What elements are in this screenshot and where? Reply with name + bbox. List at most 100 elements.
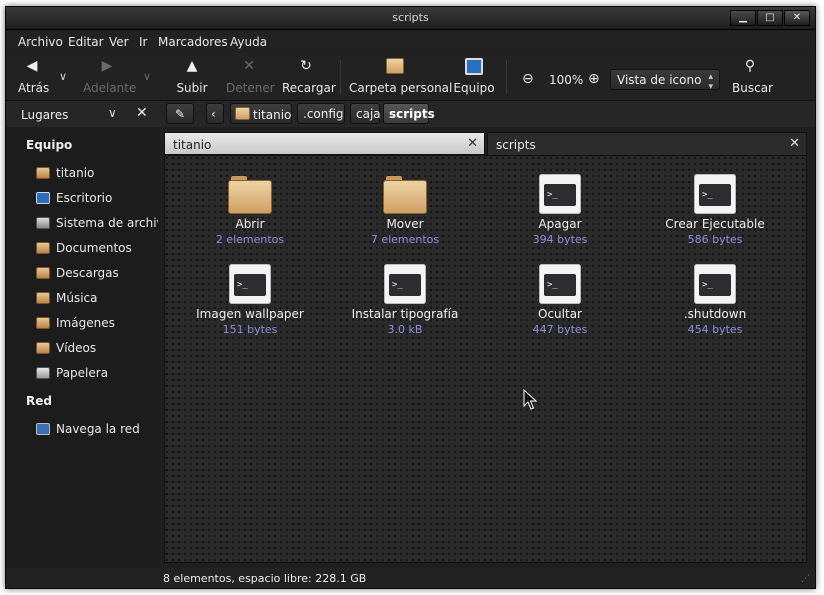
places-selector-label[interactable]: Lugares — [21, 108, 68, 122]
minimize-icon: ▁ — [739, 12, 747, 23]
zoom-in-icon[interactable]: ⊕ — [588, 71, 600, 87]
computer-button[interactable]: Equipo — [453, 56, 495, 95]
back-history-chevron-icon[interactable]: ∨ — [59, 70, 67, 83]
sidebar-item-musica[interactable]: Música — [36, 291, 158, 309]
path-segment-caja[interactable]: caja — [350, 103, 381, 124]
minimize-button[interactable]: ▁ — [730, 10, 756, 26]
close-sidebar-icon[interactable]: ✕ — [136, 105, 148, 121]
close-button[interactable]: ✕ — [784, 10, 810, 26]
sidebar-item-navega-la-red[interactable]: Navega la red — [36, 422, 158, 440]
script-file-icon: >_ — [384, 264, 426, 304]
menu-bar: Archivo Editar Ver Ir Marcadores Ayuda — [6, 31, 815, 51]
home-folder-button[interactable]: Carpeta personal — [349, 56, 452, 95]
file-view[interactable]: Abrir 2 elementos Mover 7 elementos >_ A… — [164, 155, 807, 563]
file-item-ocultar[interactable]: >_ Ocultar 447 bytes — [485, 264, 635, 336]
chevron-left-icon: ‹ — [211, 107, 216, 121]
close-icon: ✕ — [792, 12, 802, 23]
edit-location-button[interactable]: ✎ — [166, 103, 194, 124]
arrow-up-icon: ▲ — [186, 58, 198, 74]
path-segment-config[interactable]: .config — [297, 103, 345, 124]
maximize-icon: □ — [765, 12, 775, 23]
file-item-instalar-tipografia[interactable]: >_ Instalar tipografía 3.0 kB — [330, 264, 480, 336]
window-title: scripts — [392, 11, 429, 24]
path-segment-titanio[interactable]: titanio — [230, 103, 292, 124]
file-item-abrir[interactable]: Abrir 2 elementos — [175, 174, 325, 246]
toolbar: ◀ Atrás ∨ ▶ Adelante ∨ ▲ Subir ✕ Detener… — [6, 52, 815, 101]
maximize-button[interactable]: □ — [757, 10, 783, 26]
search-icon: ⚲ — [744, 58, 756, 74]
menu-ir[interactable]: Ir — [139, 35, 147, 49]
menu-archivo[interactable]: Archivo — [18, 35, 63, 49]
menu-ayuda[interactable]: Ayuda — [230, 35, 267, 49]
file-manager-window: scripts ▁ □ ✕ Archivo Editar Ver Ir Marc… — [5, 6, 816, 589]
music-folder-icon — [36, 292, 50, 304]
sidebar-item-escritorio[interactable]: Escritorio — [36, 191, 158, 209]
up-button[interactable]: ▲ Subir — [176, 56, 208, 95]
menu-ver[interactable]: Ver — [109, 35, 129, 49]
location-bar: Lugares ∨ ✕ ✎ ‹ titanio .config caja scr… — [6, 101, 815, 127]
tab-scripts[interactable]: scripts ✕ — [487, 132, 807, 155]
sidebar-item-sistema-de-archivos[interactable]: Sistema de archivos — [36, 216, 158, 234]
menu-editar[interactable]: Editar — [68, 35, 104, 49]
tab-titanio[interactable]: titanio ✕ — [164, 132, 485, 155]
sidebar-item-imagenes[interactable]: Imágenes — [36, 316, 158, 334]
toolbar-separator — [506, 60, 507, 94]
path-back-button[interactable]: ‹ — [206, 103, 224, 124]
menu-marcadores[interactable]: Marcadores — [158, 35, 228, 49]
sidebar: Equipo titanio Escritorio Sistema de arc… — [6, 128, 160, 568]
script-file-icon: >_ — [694, 174, 736, 214]
title-bar[interactable]: scripts ▁ □ ✕ — [6, 7, 815, 30]
sidebar-section-red: Red — [26, 394, 52, 408]
view-mode-select[interactable]: Vista de icono ▴ ▾ — [610, 69, 720, 92]
view-mode-label: Vista de icono — [617, 73, 702, 87]
zoom-level[interactable]: 100% — [549, 73, 583, 87]
script-file-icon: >_ — [694, 264, 736, 304]
tab-close-icon[interactable]: ✕ — [789, 136, 800, 151]
sidebar-item-videos[interactable]: Vídeos — [36, 341, 158, 359]
forward-button[interactable]: ▶ Adelante — [83, 56, 136, 95]
file-item-apagar[interactable]: >_ Apagar 394 bytes — [485, 174, 635, 246]
status-bar: 8 elementos, espacio libre: 228.1 GB ⋰ — [6, 568, 815, 588]
documents-folder-icon — [36, 242, 50, 254]
spinner-arrows-icon: ▴ ▾ — [708, 72, 713, 92]
downloads-folder-icon — [36, 267, 50, 279]
home-folder-icon — [349, 56, 441, 76]
pictures-folder-icon — [36, 317, 50, 329]
videos-folder-icon — [36, 342, 50, 354]
file-item-mover[interactable]: Mover 7 elementos — [330, 174, 480, 246]
mouse-cursor-icon — [523, 389, 537, 410]
file-item-crear-ejecutable[interactable]: >_ Crear Ejecutable 586 bytes — [640, 174, 790, 246]
tab-close-icon[interactable]: ✕ — [467, 136, 478, 151]
toolbar-separator — [340, 60, 341, 94]
sidebar-item-descargas[interactable]: Descargas — [36, 266, 158, 284]
folder-icon — [228, 176, 272, 214]
stop-button[interactable]: ✕ Detener — [226, 56, 275, 95]
tab-bar: titanio ✕ scripts ✕ — [164, 132, 807, 155]
search-button[interactable]: ⚲ Buscar — [732, 56, 773, 95]
sidebar-item-documentos[interactable]: Documentos — [36, 241, 158, 259]
path-segment-scripts[interactable]: scripts — [383, 103, 435, 124]
script-file-icon: >_ — [539, 264, 581, 304]
arrow-right-icon: ▶ — [101, 58, 113, 74]
forward-history-chevron-icon[interactable]: ∨ — [143, 70, 151, 83]
stop-icon: ✕ — [243, 58, 255, 74]
pencil-icon: ✎ — [174, 107, 186, 121]
home-folder-icon — [235, 107, 250, 120]
resize-grip-icon[interactable]: ⋰ — [801, 574, 811, 584]
script-file-icon: >_ — [539, 174, 581, 214]
sidebar-item-titanio[interactable]: titanio — [36, 166, 158, 184]
computer-icon — [453, 56, 495, 76]
file-item-imagen-wallpaper[interactable]: >_ Imagen wallpaper 151 bytes — [175, 264, 325, 336]
reload-icon: ↻ — [300, 58, 312, 74]
reload-button[interactable]: ↻ Recargar — [282, 56, 336, 95]
zoom-out-icon[interactable]: ⊖ — [522, 71, 534, 87]
trash-icon — [36, 367, 50, 379]
back-button[interactable]: ◀ Atrás — [18, 56, 49, 95]
file-item-shutdown[interactable]: >_ .shutdown 454 bytes — [640, 264, 790, 336]
network-icon — [36, 423, 50, 435]
script-file-icon: >_ — [229, 264, 271, 304]
home-folder-icon — [36, 167, 50, 179]
folder-icon — [383, 176, 427, 214]
chevron-down-icon[interactable]: ∨ — [108, 106, 117, 120]
sidebar-item-papelera[interactable]: Papelera — [36, 366, 158, 384]
